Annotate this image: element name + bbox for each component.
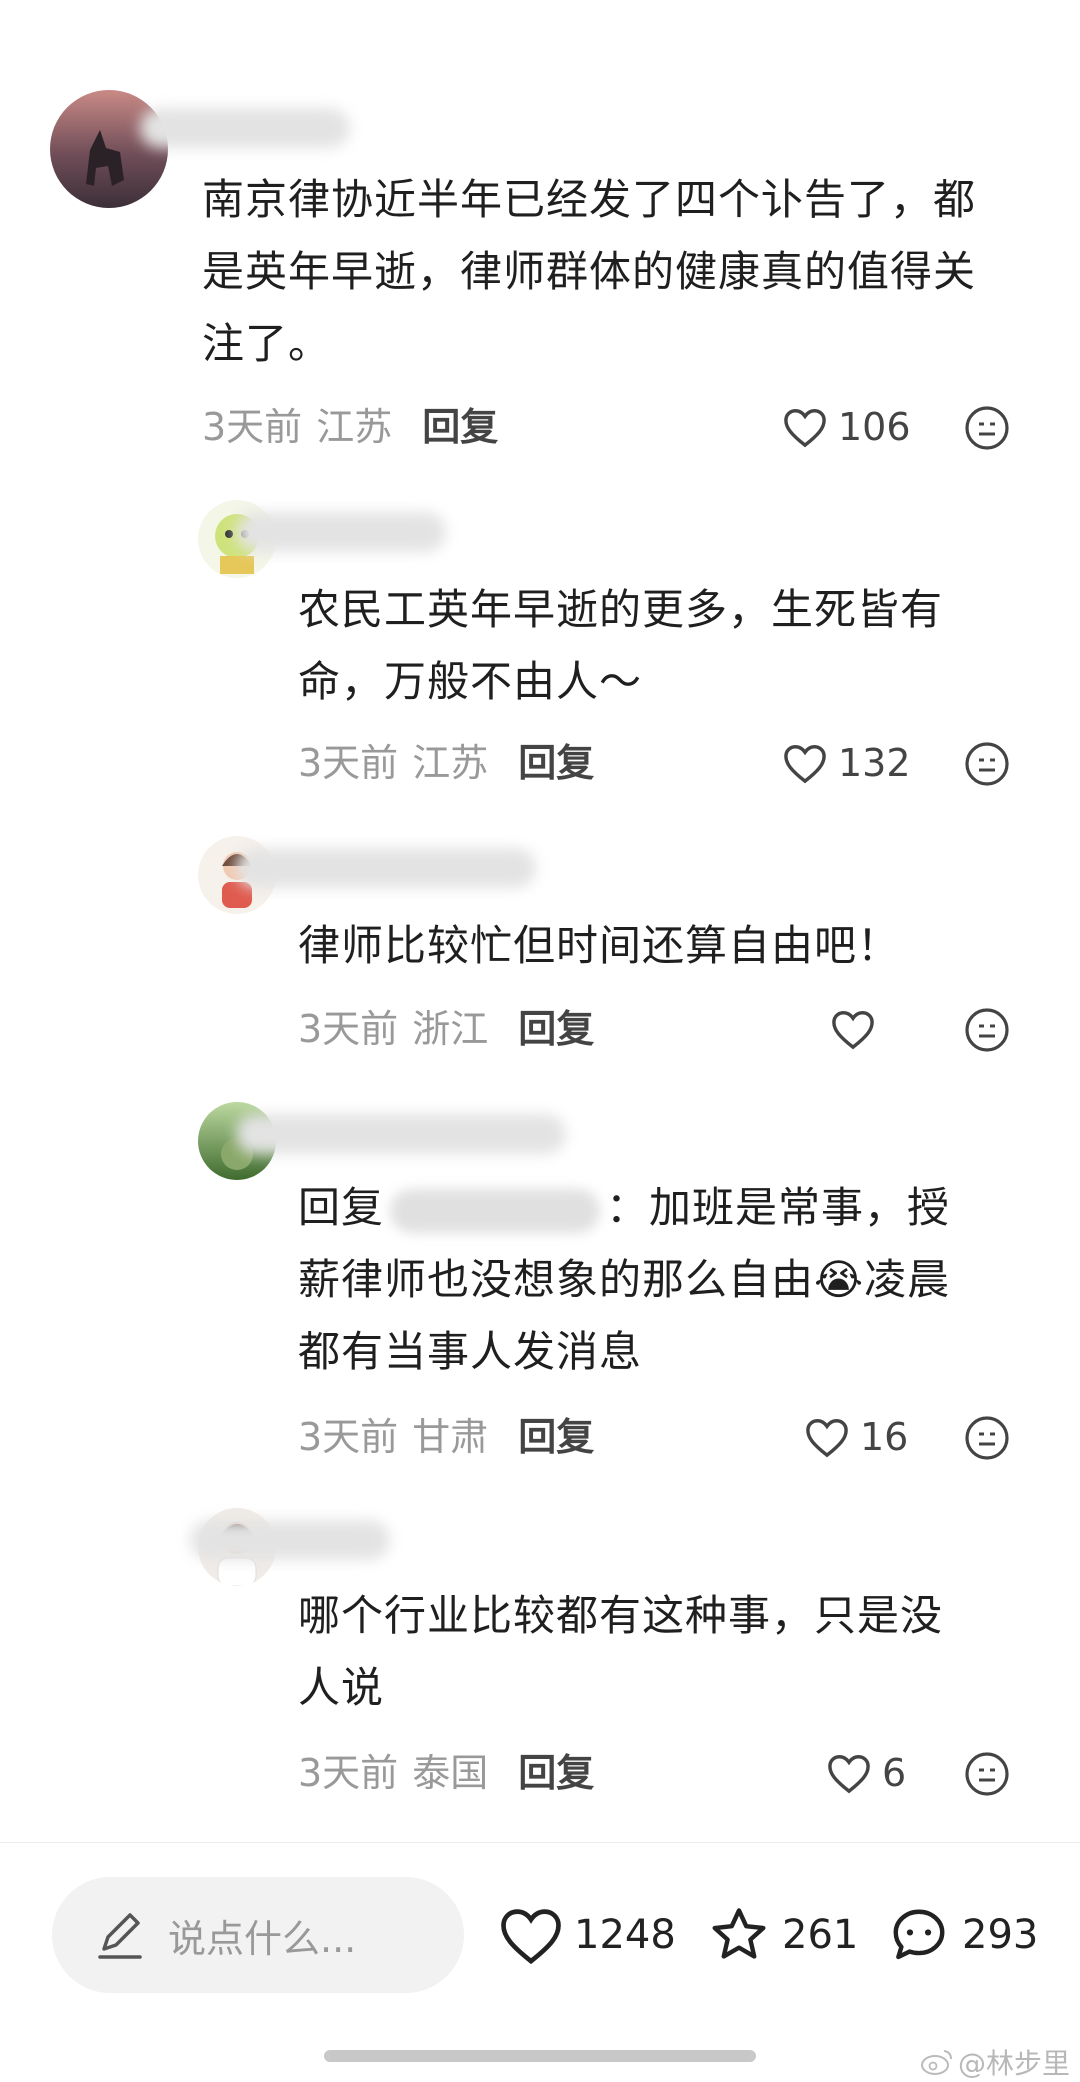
- neutral-face-icon[interactable]: [963, 1750, 1011, 1798]
- heart-icon: [828, 1755, 870, 1794]
- neutral-face-icon[interactable]: [963, 404, 1011, 452]
- like-button[interactable]: 132: [782, 738, 911, 788]
- input-placeholder: 说点什么...: [168, 1916, 357, 1961]
- timestamp: 3天前: [298, 1751, 399, 1795]
- comment-input[interactable]: 说点什么...: [52, 1877, 464, 1993]
- reply-button[interactable]: 回复: [518, 1751, 594, 1795]
- like-count: 6: [882, 1751, 907, 1795]
- like-count: 106: [838, 405, 911, 449]
- like-button[interactable]: 106: [782, 402, 911, 452]
- comment-button[interactable]: 293: [886, 1905, 1038, 1965]
- reply-prefix: 回复: [298, 1183, 385, 1232]
- favorite-count: 261: [782, 1912, 859, 1958]
- like-count: 132: [838, 741, 911, 785]
- comment-count: 293: [962, 1912, 1039, 1958]
- comment-text: 律师比较忙但时间还算自由吧！: [298, 921, 901, 970]
- comment-meta: 3天前 浙江 回复: [298, 1004, 594, 1054]
- username[interactable]: [140, 108, 350, 148]
- like-button[interactable]: 6: [826, 1748, 906, 1798]
- comment-text: 南京律协近半年已经发了四个讣告了，都 是英年早逝，律师群体的健康真的值得关 注了…: [202, 175, 977, 368]
- timestamp: 3天前: [202, 405, 303, 449]
- comment-meta: 3天前 江苏 回复: [202, 402, 498, 452]
- timestamp: 3天前: [298, 1007, 399, 1051]
- reply-button[interactable]: 回复: [518, 1007, 594, 1051]
- username[interactable]: [236, 512, 446, 552]
- neutral-face-icon[interactable]: [963, 1414, 1011, 1462]
- avatar[interactable]: [50, 90, 168, 208]
- reply-button[interactable]: 回复: [518, 741, 594, 785]
- star-icon: [712, 1908, 766, 1959]
- timestamp: 3天前: [298, 741, 399, 785]
- comment-meta: 3天前 甘肃 回复: [298, 1412, 594, 1462]
- location: 甘肃: [412, 1415, 489, 1459]
- favorite-button[interactable]: 261: [706, 1905, 858, 1965]
- reply-button[interactable]: 回复: [422, 405, 498, 449]
- timestamp: 3天前: [298, 1415, 399, 1459]
- heart-icon: [501, 1909, 561, 1965]
- pencil-icon: [98, 1913, 142, 1959]
- watermark: @林步里: [920, 2044, 1070, 2080]
- like-count: 16: [860, 1415, 909, 1459]
- comment-text: 回复 ：加班是常事，授 薪律师也没想象的那么自由😭凌晨 都有当事人发消息: [298, 1183, 951, 1376]
- neutral-face-icon[interactable]: [963, 1006, 1011, 1054]
- comment-meta: 3天前 泰国 回复: [298, 1748, 594, 1798]
- like-count: 1248: [574, 1912, 676, 1958]
- heart-icon: [806, 1419, 848, 1458]
- location: 泰国: [412, 1751, 489, 1795]
- weibo-logo-icon: [921, 2050, 952, 2075]
- username[interactable]: [236, 1114, 566, 1154]
- home-indicator[interactable]: [324, 2050, 756, 2062]
- location: 江苏: [412, 741, 489, 785]
- location: 浙江: [412, 1007, 489, 1051]
- reply-button[interactable]: 回复: [518, 1415, 594, 1459]
- like-post-button[interactable]: 1248: [498, 1905, 676, 1965]
- like-button[interactable]: [830, 1004, 886, 1054]
- username[interactable]: [236, 848, 536, 888]
- chat-bubble-icon: [893, 1909, 945, 1960]
- mentioned-username[interactable]: [390, 1188, 601, 1233]
- comment-text: 哪个行业比较都有这种事，只是没 人说: [298, 1591, 944, 1712]
- comment-meta: 3天前 江苏 回复: [298, 738, 594, 788]
- location: 江苏: [316, 405, 393, 449]
- neutral-face-icon[interactable]: [963, 740, 1011, 788]
- username[interactable]: [190, 1520, 390, 1560]
- heart-icon: [784, 409, 826, 448]
- heart-icon: [784, 745, 826, 784]
- like-button[interactable]: 16: [804, 1412, 908, 1462]
- heart-icon: [832, 1011, 874, 1050]
- comment-text: 农民工英年早逝的更多，生死皆有 命，万般不由人～: [298, 585, 944, 706]
- bottom-action-bar: 说点什么... 1248 261 293: [0, 1843, 1080, 1993]
